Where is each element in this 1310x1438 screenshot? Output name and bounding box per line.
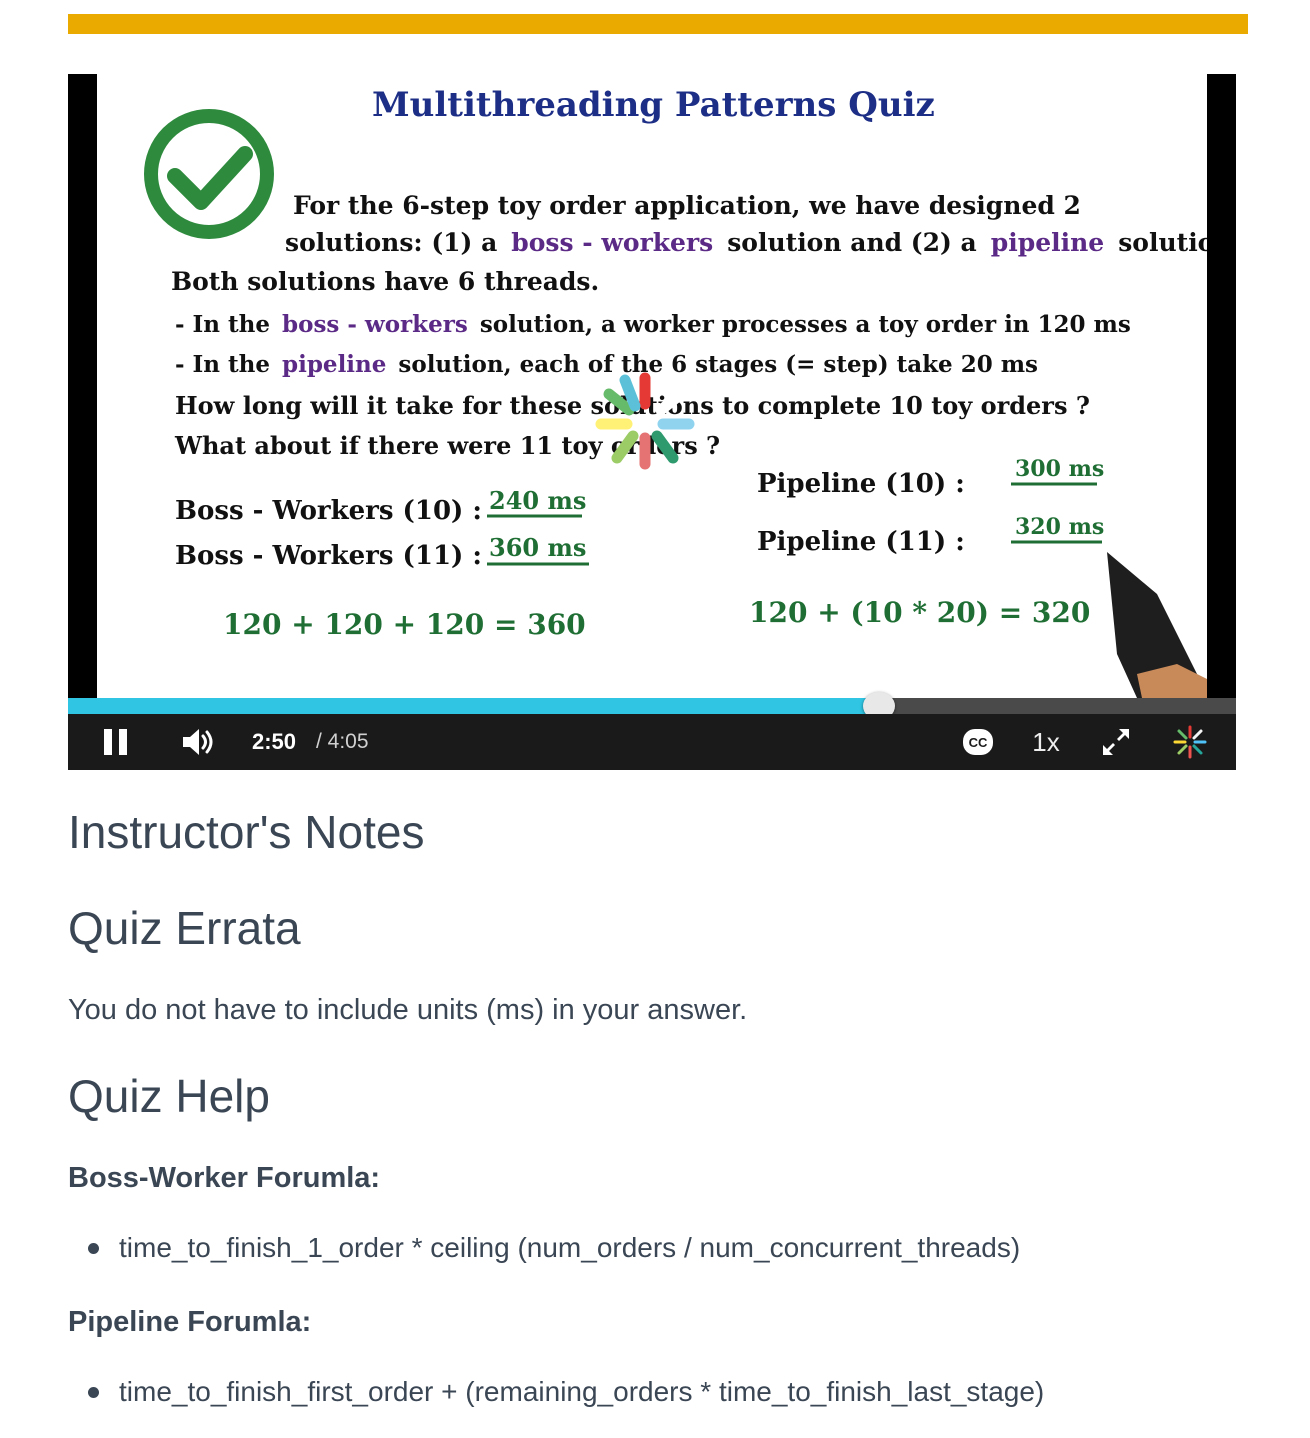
progress-fill [68, 698, 879, 714]
bw10-answer: 240 ms [489, 486, 586, 515]
player-controls: 2:50 / 4:05 CC 1x [68, 714, 1236, 770]
slide-line-4: - In the boss - workers solution, a worker… [175, 311, 1131, 338]
quiz-help-heading: Quiz Help [68, 1070, 270, 1122]
captions-button[interactable]: CC [956, 714, 1000, 770]
duration: / 4:05 [316, 730, 369, 753]
slide-line-3: Both solutions have 6 threads. [171, 267, 599, 296]
pause-icon [104, 729, 127, 755]
pl11-label: Pipeline (11) : [757, 527, 965, 557]
svg-text:CC: CC [969, 735, 988, 750]
pause-button[interactable] [96, 714, 136, 770]
slide-line-2: solutions: (1) a boss - workers solution a… [285, 228, 1207, 257]
quiz-errata-heading: Quiz Errata [68, 902, 301, 954]
check-mark-icon [144, 109, 274, 239]
list-item: time_to_finish_first_order + (remaining_… [88, 1376, 1044, 1408]
pipeline-formula-heading: Pipeline Forumla: [68, 1306, 312, 1338]
pl10-label: Pipeline (10) : [757, 469, 965, 499]
calc-pipeline: 120 + (10 * 20) = 320 [749, 596, 1090, 629]
slide-line-1: For the 6-step toy order application, we… [293, 191, 1081, 220]
cc-icon: CC [963, 729, 993, 755]
bullet-dot [88, 1242, 99, 1254]
udacity-spinner-icon [1173, 725, 1207, 759]
fullscreen-icon [1103, 729, 1129, 755]
playback-speed-button[interactable]: 1x [1024, 714, 1068, 770]
errata-text: You do not have to include units (ms) in… [68, 994, 748, 1026]
progress-bar[interactable] [68, 692, 1236, 720]
bw11-label: Boss - Workers (11) : [175, 541, 482, 571]
bw11-answer: 360 ms [489, 533, 586, 562]
boss-worker-formula-heading: Boss-Worker Forumla: [68, 1162, 381, 1194]
volume-icon [183, 729, 213, 755]
pl11-answer: 320 ms [1015, 514, 1104, 540]
slide-title: Multithreading Patterns Quiz [372, 85, 935, 125]
video-frame[interactable]: Multithreading Patterns Quiz For the 6-s… [97, 74, 1207, 698]
instructor-notes-heading: Instructor's Notes [68, 806, 425, 858]
boss-worker-formula: time_to_finish_1_order * ceiling (num_or… [119, 1232, 1021, 1263]
pen-hand [1107, 552, 1207, 698]
bw10-label: Boss - Workers (10) : [175, 496, 482, 526]
current-time: 2:50 [252, 729, 297, 754]
volume-button[interactable] [176, 714, 220, 770]
udacity-logo-button[interactable] [1168, 714, 1212, 770]
pipeline-formula: time_to_finish_first_order + (remaining_… [119, 1376, 1045, 1407]
bullet-dot [88, 1386, 99, 1398]
accent-bar [68, 14, 1248, 34]
pl10-answer: 300 ms [1015, 456, 1104, 482]
slide-line-5: - In the pipeline solution, each of the 6 … [175, 351, 1038, 378]
fullscreen-button[interactable] [1094, 714, 1138, 770]
video-player[interactable]: Multithreading Patterns Quiz For the 6-s… [68, 74, 1236, 770]
calc-boss-workers: 120 + 120 + 120 = 360 [223, 608, 586, 641]
list-item: time_to_finish_1_order * ceiling (num_or… [88, 1232, 1020, 1264]
quiz-slide: Multithreading Patterns Quiz For the 6-s… [144, 85, 1207, 698]
